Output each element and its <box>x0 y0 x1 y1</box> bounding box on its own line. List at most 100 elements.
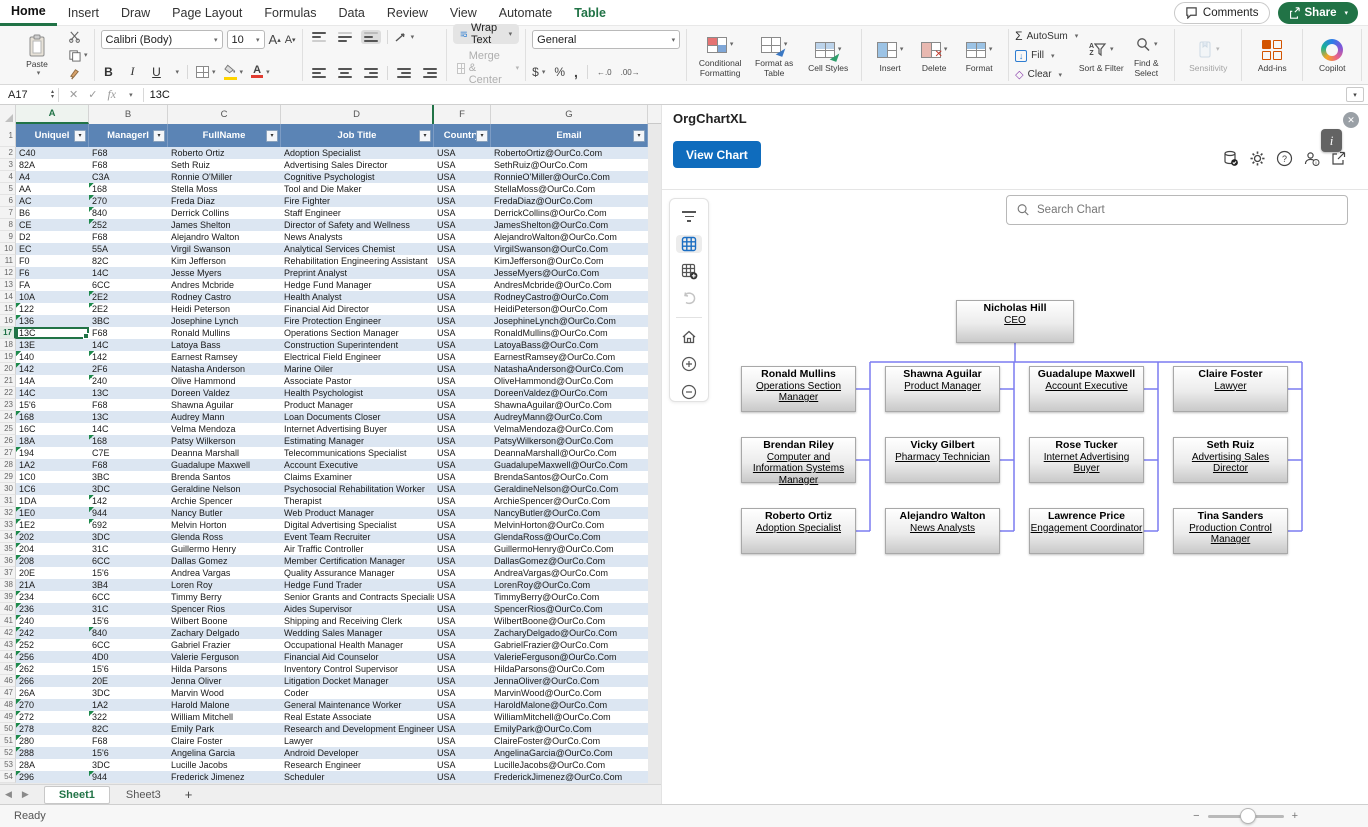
cell-D12[interactable]: Preprint Analyst <box>281 267 434 279</box>
cell-A50[interactable]: 278 <box>16 723 89 735</box>
cell-D47[interactable]: Coder <box>281 687 434 699</box>
cell-F2[interactable]: USA <box>434 147 491 159</box>
cell-G32[interactable]: NancyButler@OurCo.Com <box>491 507 648 519</box>
org-node-brendan-riley[interactable]: Brendan RileyComputer and Information Sy… <box>741 437 856 483</box>
cell-C47[interactable]: Marvin Wood <box>168 687 281 699</box>
cell-D51[interactable]: Lawyer <box>281 735 434 747</box>
cell-G51[interactable]: ClaireFoster@OurCo.Com <box>491 735 648 747</box>
cell-B41[interactable]: 15'6 <box>89 615 168 627</box>
cell-F23[interactable]: USA <box>434 399 491 411</box>
font-size-select[interactable]: 10▾ <box>227 30 265 49</box>
cell-F48[interactable]: USA <box>434 699 491 711</box>
font-color-icon[interactable]: A▾ <box>251 66 270 78</box>
cell-C13[interactable]: Andres Mcbride <box>168 279 281 291</box>
cell-C40[interactable]: Spencer Rios <box>168 603 281 615</box>
cell-A18[interactable]: 13E <box>16 339 89 351</box>
cell-C50[interactable]: Emily Park <box>168 723 281 735</box>
table-header-job-title[interactable]: Job Title▾ <box>281 124 434 147</box>
cell-A54[interactable]: 296 <box>16 771 89 783</box>
cell-F50[interactable]: USA <box>434 723 491 735</box>
cell-A49[interactable]: 272 <box>16 711 89 723</box>
cell-C8[interactable]: James Shelton <box>168 219 281 231</box>
column-header-D[interactable]: D <box>281 105 434 124</box>
row-header-16[interactable]: 16 <box>0 315 16 327</box>
cell-A3[interactable]: 82A <box>16 159 89 171</box>
cell-B34[interactable]: 3DC <box>89 531 168 543</box>
cell-F42[interactable]: USA <box>434 627 491 639</box>
cell-G46[interactable]: JennaOliver@OurCo.Com <box>491 675 648 687</box>
orientation-icon[interactable]: ▾ <box>394 31 415 43</box>
cell-A2[interactable]: C40 <box>16 147 89 159</box>
cell-B25[interactable]: 14C <box>89 423 168 435</box>
org-node-alejandro-walton[interactable]: Alejandro WaltonNews Analysts <box>885 508 1000 554</box>
cell-G52[interactable]: AngelinaGarcia@OurCo.Com <box>491 747 648 759</box>
row-header-32[interactable]: 32 <box>0 507 16 519</box>
cell-D2[interactable]: Adoption Specialist <box>281 147 434 159</box>
cell-A20[interactable]: 142 <box>16 363 89 375</box>
cell-D29[interactable]: Claims Examiner <box>281 471 434 483</box>
cell-C30[interactable]: Geraldine Nelson <box>168 483 281 495</box>
row-header-35[interactable]: 35 <box>0 543 16 555</box>
cell-C28[interactable]: Guadalupe Maxwell <box>168 459 281 471</box>
cell-A29[interactable]: 1C0 <box>16 471 89 483</box>
row-header-47[interactable]: 47 <box>0 687 16 699</box>
formula-bar-expand-icon[interactable]: ▾ <box>1346 87 1364 102</box>
row-header-27[interactable]: 27 <box>0 447 16 459</box>
cell-F47[interactable]: USA <box>434 687 491 699</box>
number-format-select[interactable]: General▾ <box>532 30 680 49</box>
zoom-slider[interactable] <box>1208 815 1284 818</box>
cell-C46[interactable]: Jenna Oliver <box>168 675 281 687</box>
cell-C49[interactable]: William Mitchell <box>168 711 281 723</box>
row-header-34[interactable]: 34 <box>0 531 16 543</box>
row-header-37[interactable]: 37 <box>0 567 16 579</box>
cell-F3[interactable]: USA <box>434 159 491 171</box>
autosum-button[interactable]: ΣAutoSum▾ <box>1015 29 1078 43</box>
cell-F46[interactable]: USA <box>434 675 491 687</box>
cell-F21[interactable]: USA <box>434 375 491 387</box>
cell-A30[interactable]: 1C6 <box>16 483 89 495</box>
cell-C48[interactable]: Harold Malone <box>168 699 281 711</box>
cell-D46[interactable]: Litigation Docket Manager <box>281 675 434 687</box>
cell-F24[interactable]: USA <box>434 411 491 423</box>
cell-C15[interactable]: Heidi Peterson <box>168 303 281 315</box>
addins-button[interactable]: Add-ins <box>1248 36 1296 74</box>
cell-A47[interactable]: 26A <box>16 687 89 699</box>
org-node-roberto-ortiz[interactable]: Roberto OrtizAdoption Specialist <box>741 508 856 554</box>
cell-A21[interactable]: 14A <box>16 375 89 387</box>
format-painter-icon[interactable] <box>68 67 88 80</box>
cell-D52[interactable]: Android Developer <box>281 747 434 759</box>
table-header-fullname[interactable]: FullName▾ <box>168 124 281 147</box>
currency-icon[interactable]: $▾ <box>532 65 545 79</box>
conditional-formatting-button[interactable]: ▾ Conditional Formatting <box>693 31 747 79</box>
cell-A17[interactable]: 13C <box>16 327 89 339</box>
cell-B36[interactable]: 6CC <box>89 555 168 567</box>
cell-D34[interactable]: Event Team Recruiter <box>281 531 434 543</box>
comma-icon[interactable]: , <box>574 64 578 80</box>
align-center-icon[interactable] <box>335 66 355 80</box>
cell-F32[interactable]: USA <box>434 507 491 519</box>
cell-B3[interactable]: F68 <box>89 159 168 171</box>
cell-B43[interactable]: 6CC <box>89 639 168 651</box>
row-header-36[interactable]: 36 <box>0 555 16 567</box>
cell-C31[interactable]: Archie Spencer <box>168 495 281 507</box>
cell-C26[interactable]: Patsy Wilkerson <box>168 435 281 447</box>
cell-F38[interactable]: USA <box>434 579 491 591</box>
table-header-country[interactable]: Country▾ <box>434 124 491 147</box>
cell-G48[interactable]: HaroldMalone@OurCo.Com <box>491 699 648 711</box>
cell-B31[interactable]: 142 <box>89 495 168 507</box>
cell-C53[interactable]: Lucille Jacobs <box>168 759 281 771</box>
cell-F11[interactable]: USA <box>434 255 491 267</box>
formula-input[interactable]: 13C <box>144 89 170 101</box>
cell-G31[interactable]: ArchieSpencer@OurCo.Com <box>491 495 648 507</box>
row-header-17[interactable]: 17 <box>0 327 16 339</box>
cell-C44[interactable]: Valerie Ferguson <box>168 651 281 663</box>
cell-G30[interactable]: GeraldineNelson@OurCo.Com <box>491 483 648 495</box>
align-right-icon[interactable] <box>361 66 381 80</box>
cell-B10[interactable]: 55A <box>89 243 168 255</box>
cell-F12[interactable]: USA <box>434 267 491 279</box>
zoom-out-icon[interactable]: − <box>1193 810 1199 822</box>
cell-F39[interactable]: USA <box>434 591 491 603</box>
cell-F4[interactable]: USA <box>434 171 491 183</box>
org-node-lawrence-price[interactable]: Lawrence PriceEngagement Coordinator <box>1029 508 1144 554</box>
cell-G34[interactable]: GlendaRoss@OurCo.Com <box>491 531 648 543</box>
